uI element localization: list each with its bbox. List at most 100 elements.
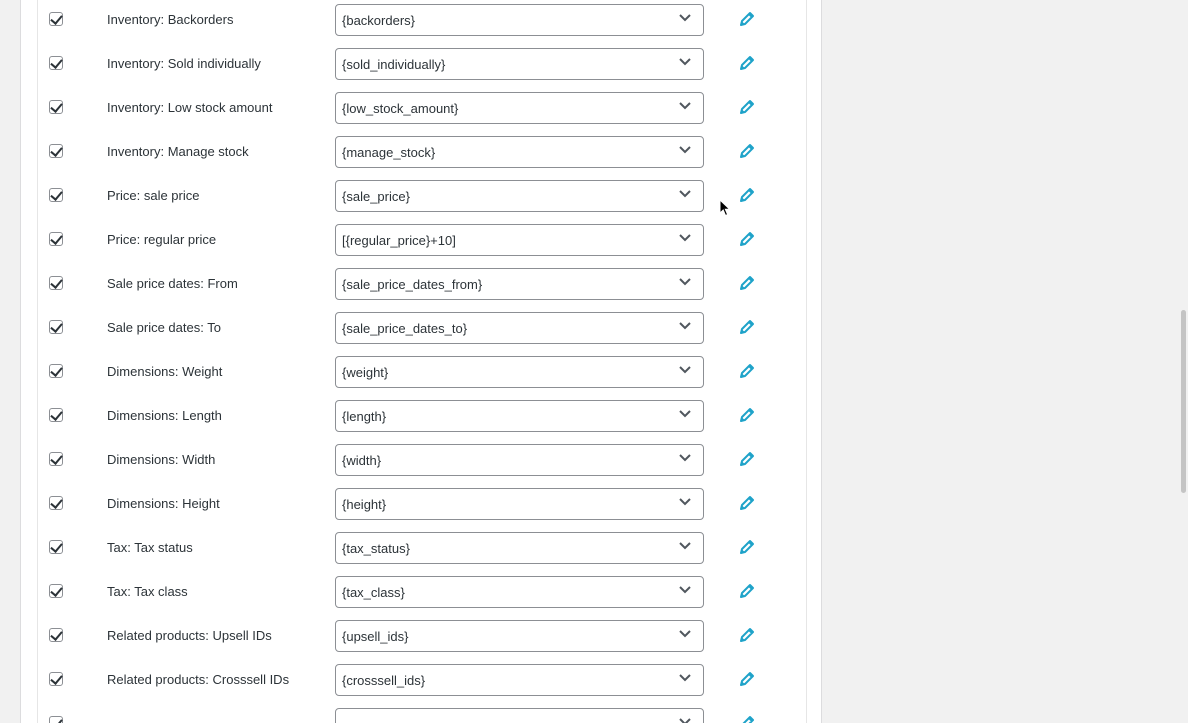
field-value: {sold_individually} xyxy=(342,57,446,72)
pencil-icon[interactable] xyxy=(739,495,755,511)
chevron-down-icon xyxy=(679,278,691,286)
row-checkbox[interactable] xyxy=(49,144,63,158)
field-value: {weight} xyxy=(342,365,389,380)
field-label: Dimensions: Width xyxy=(107,452,216,467)
row-checkbox[interactable] xyxy=(49,56,63,70)
field-value-select[interactable]: {weight} xyxy=(335,356,704,388)
mouse-pointer-icon xyxy=(719,199,731,217)
mapping-row: Dimensions: Width {width} xyxy=(21,438,821,482)
field-value: {sale_price_dates_to} xyxy=(342,321,468,336)
field-value: [{regular_price}+10] xyxy=(342,233,456,248)
pencil-icon[interactable] xyxy=(739,583,755,599)
field-value: {height} xyxy=(342,497,387,512)
mapping-row: Dimensions: Weight {weight} xyxy=(21,350,821,394)
pencil-icon[interactable] xyxy=(739,143,755,159)
field-value-select[interactable]: {low_stock_amount} xyxy=(335,92,704,124)
row-checkbox[interactable] xyxy=(49,496,63,510)
field-value: {sale_price_dates_from} xyxy=(342,277,483,292)
row-checkbox[interactable] xyxy=(49,320,63,334)
chevron-down-icon xyxy=(679,542,691,550)
row-checkbox[interactable] xyxy=(49,716,63,723)
row-checkbox[interactable] xyxy=(49,540,63,554)
chevron-down-icon xyxy=(679,454,691,462)
field-value-select[interactable]: {tax_status} xyxy=(335,532,704,564)
pencil-icon[interactable] xyxy=(739,451,755,467)
mapping-row: Tax: Tax status {tax_status} xyxy=(21,526,821,570)
pencil-icon[interactable] xyxy=(739,275,755,291)
row-checkbox[interactable] xyxy=(49,12,63,26)
field-value: {tax_class} xyxy=(342,585,405,600)
field-value-select[interactable]: {sale_price_dates_from} xyxy=(335,268,704,300)
mapping-row: Dimensions: Height {height} xyxy=(21,482,821,526)
pencil-icon[interactable] xyxy=(739,11,755,27)
field-value: {tax_status} xyxy=(342,541,410,556)
field-label: Related products: Crosssell IDs xyxy=(107,672,290,687)
pencil-icon[interactable] xyxy=(739,319,755,335)
field-label: Sale price dates: To xyxy=(107,320,221,335)
mapping-row-partial xyxy=(21,702,821,723)
field-value-select[interactable]: {backorders} xyxy=(335,4,704,36)
field-label: Tax: Tax status xyxy=(107,540,193,555)
pencil-icon[interactable] xyxy=(739,363,755,379)
pencil-icon[interactable] xyxy=(739,99,755,115)
field-label: Inventory: Sold individually xyxy=(107,56,261,71)
field-value: {upsell_ids} xyxy=(342,629,409,644)
field-value-select[interactable]: [{regular_price}+10] xyxy=(335,224,704,256)
pencil-icon[interactable] xyxy=(739,671,755,687)
field-value-select[interactable]: {length} xyxy=(335,400,704,432)
row-checkbox[interactable] xyxy=(49,452,63,466)
pencil-icon[interactable] xyxy=(739,539,755,555)
field-value-select[interactable]: {sale_price_dates_to} xyxy=(335,312,704,344)
mapping-row: Related products: Crosssell IDs {crossse… xyxy=(21,658,821,702)
pencil-icon[interactable] xyxy=(739,715,755,723)
row-checkbox[interactable] xyxy=(49,100,63,114)
row-checkbox[interactable] xyxy=(49,672,63,686)
row-checkbox[interactable] xyxy=(49,584,63,598)
page-scrollbar[interactable] xyxy=(1181,310,1186,493)
chevron-down-icon xyxy=(679,586,691,594)
field-value: {sale_price} xyxy=(342,189,410,204)
field-value-select[interactable]: {upsell_ids} xyxy=(335,620,704,652)
chevron-down-icon xyxy=(679,366,691,374)
row-checkbox[interactable] xyxy=(49,188,63,202)
field-value-select[interactable]: {sale_price} xyxy=(335,180,704,212)
mapping-row: Related products: Upsell IDs {upsell_ids… xyxy=(21,614,821,658)
mapping-row: Inventory: Backorders {backorders} xyxy=(21,0,821,42)
pencil-icon[interactable] xyxy=(739,187,755,203)
row-checkbox[interactable] xyxy=(49,232,63,246)
field-label: Price: sale price xyxy=(107,188,200,203)
mapping-row: Price: regular price [{regular_price}+10… xyxy=(21,218,821,262)
row-checkbox[interactable] xyxy=(49,628,63,642)
pencil-icon[interactable] xyxy=(739,55,755,71)
field-value: {width} xyxy=(342,453,382,468)
field-value-select[interactable]: {manage_stock} xyxy=(335,136,704,168)
field-label: Dimensions: Weight xyxy=(107,364,223,379)
field-label: Sale price dates: From xyxy=(107,276,238,291)
chevron-down-icon xyxy=(679,14,691,22)
field-mapping-panel: Inventory: Backorders {backorders} Inven… xyxy=(20,0,822,723)
row-checkbox[interactable] xyxy=(49,276,63,290)
pencil-icon[interactable] xyxy=(739,231,755,247)
mapping-row: Sale price dates: To {sale_price_dates_t… xyxy=(21,306,821,350)
row-checkbox[interactable] xyxy=(49,364,63,378)
field-value: {backorders} xyxy=(342,13,415,28)
page: Inventory: Backorders {backorders} Inven… xyxy=(0,0,1188,723)
field-value-select[interactable]: {sold_individually} xyxy=(335,48,704,80)
pencil-icon[interactable] xyxy=(739,407,755,423)
field-value-select[interactable]: {width} xyxy=(335,444,704,476)
pencil-icon[interactable] xyxy=(739,627,755,643)
field-value-select[interactable]: {tax_class} xyxy=(335,576,704,608)
chevron-down-icon xyxy=(679,322,691,330)
mapping-row: Dimensions: Length {length} xyxy=(21,394,821,438)
field-value-select[interactable]: {height} xyxy=(335,488,704,520)
mapping-row: Inventory: Sold individually {sold_indiv… xyxy=(21,42,821,86)
chevron-down-icon xyxy=(679,498,691,506)
field-label: Dimensions: Height xyxy=(107,496,220,511)
field-value-select[interactable] xyxy=(335,708,704,723)
chevron-down-icon xyxy=(679,190,691,198)
field-value-select[interactable]: {crosssell_ids} xyxy=(335,664,704,696)
chevron-down-icon xyxy=(679,674,691,682)
chevron-down-icon xyxy=(679,58,691,66)
mapping-row: Tax: Tax class {tax_class} xyxy=(21,570,821,614)
row-checkbox[interactable] xyxy=(49,408,63,422)
